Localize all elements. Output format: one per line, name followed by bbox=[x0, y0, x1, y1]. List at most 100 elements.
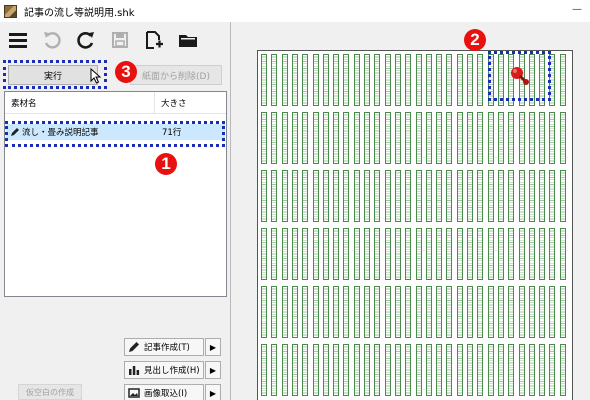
text-column bbox=[374, 112, 381, 164]
save-icon bbox=[112, 32, 128, 48]
text-column bbox=[528, 112, 535, 164]
text-column bbox=[467, 170, 473, 222]
text-column bbox=[405, 54, 412, 106]
text-column bbox=[528, 344, 535, 396]
article-block[interactable] bbox=[261, 228, 570, 280]
text-column bbox=[456, 286, 463, 338]
highlight-list-item bbox=[5, 121, 225, 147]
text-column bbox=[456, 54, 463, 106]
delete-from-page-button[interactable]: 紙面から削除(D) bbox=[130, 65, 222, 85]
text-column bbox=[508, 112, 515, 164]
create-headline-button[interactable]: 見出し作成(H) bbox=[124, 361, 204, 379]
text-column bbox=[394, 286, 401, 338]
text-column bbox=[384, 112, 391, 164]
text-column bbox=[477, 286, 484, 338]
text-column bbox=[261, 54, 267, 106]
text-column bbox=[446, 286, 453, 338]
text-column bbox=[405, 170, 412, 222]
text-column bbox=[291, 170, 298, 222]
text-column bbox=[302, 54, 309, 106]
create-article-arrow-button[interactable]: ▶ bbox=[205, 338, 221, 356]
text-column bbox=[539, 344, 546, 396]
text-column bbox=[518, 112, 525, 164]
create-article-button[interactable]: 記事作成(T) bbox=[124, 338, 204, 356]
text-column bbox=[333, 112, 340, 164]
text-column bbox=[322, 286, 329, 338]
text-column bbox=[446, 344, 453, 396]
text-column bbox=[343, 286, 350, 338]
undo-button[interactable] bbox=[38, 26, 66, 54]
redo-icon bbox=[77, 32, 94, 49]
text-column bbox=[415, 286, 422, 338]
text-column bbox=[394, 170, 401, 222]
text-column bbox=[539, 112, 546, 164]
text-column bbox=[425, 286, 432, 338]
text-column bbox=[281, 344, 288, 396]
text-column bbox=[281, 170, 288, 222]
text-column bbox=[477, 228, 484, 280]
text-column bbox=[415, 228, 422, 280]
column-header-size[interactable]: 大きさ bbox=[155, 97, 187, 109]
import-image-arrow-button[interactable]: ▶ bbox=[205, 384, 221, 400]
article-block[interactable] bbox=[261, 170, 570, 222]
text-column bbox=[436, 228, 443, 280]
text-column bbox=[415, 170, 422, 222]
save-button[interactable] bbox=[106, 26, 134, 54]
create-blank-button[interactable]: 仮空白の作成 bbox=[18, 384, 82, 400]
import-image-button[interactable]: 画像取込(I) bbox=[124, 384, 204, 400]
create-headline-arrow-button[interactable]: ▶ bbox=[205, 361, 221, 379]
text-column bbox=[497, 344, 504, 396]
text-column bbox=[343, 54, 350, 106]
article-block[interactable] bbox=[261, 286, 570, 338]
text-column bbox=[322, 344, 329, 396]
text-column bbox=[436, 170, 443, 222]
text-column bbox=[508, 170, 515, 222]
toolbar bbox=[0, 22, 230, 58]
new-page-button[interactable] bbox=[140, 26, 168, 54]
minimize-button[interactable]: — bbox=[572, 4, 582, 15]
text-column bbox=[497, 286, 504, 338]
text-column bbox=[405, 286, 412, 338]
text-column bbox=[559, 54, 566, 106]
text-column bbox=[559, 286, 566, 338]
text-column bbox=[425, 344, 432, 396]
window-title: 記事の流し等説明用.shk bbox=[24, 7, 135, 19]
text-column bbox=[384, 228, 391, 280]
text-column bbox=[508, 228, 515, 280]
text-column bbox=[312, 344, 319, 396]
redo-button[interactable] bbox=[72, 26, 100, 54]
text-column bbox=[302, 344, 309, 396]
text-column bbox=[559, 228, 566, 280]
text-column bbox=[415, 54, 422, 106]
text-column bbox=[477, 344, 484, 396]
text-column bbox=[271, 112, 278, 164]
open-folder-button[interactable] bbox=[174, 26, 202, 54]
text-column bbox=[436, 112, 443, 164]
text-column bbox=[364, 228, 370, 280]
text-column bbox=[343, 170, 350, 222]
text-column bbox=[436, 286, 443, 338]
text-column bbox=[456, 344, 463, 396]
text-column bbox=[291, 54, 298, 106]
annotation-badge-1: 1 bbox=[155, 153, 177, 175]
text-column bbox=[487, 228, 494, 280]
text-column bbox=[364, 286, 370, 338]
text-column bbox=[353, 228, 360, 280]
text-column bbox=[497, 228, 504, 280]
text-column bbox=[477, 170, 484, 222]
text-column bbox=[487, 170, 494, 222]
text-column bbox=[425, 112, 432, 164]
text-column bbox=[343, 228, 350, 280]
newspaper-page[interactable] bbox=[257, 50, 573, 400]
article-block[interactable] bbox=[261, 112, 570, 164]
text-column bbox=[384, 344, 391, 396]
text-column bbox=[312, 170, 319, 222]
text-column bbox=[415, 112, 422, 164]
highlight-page-area bbox=[488, 51, 551, 101]
menu-button[interactable] bbox=[4, 26, 32, 54]
article-block[interactable] bbox=[261, 344, 570, 396]
text-column bbox=[353, 344, 360, 396]
text-column bbox=[559, 344, 566, 396]
text-column bbox=[415, 344, 422, 396]
column-header-name[interactable]: 素材名 bbox=[5, 92, 155, 113]
